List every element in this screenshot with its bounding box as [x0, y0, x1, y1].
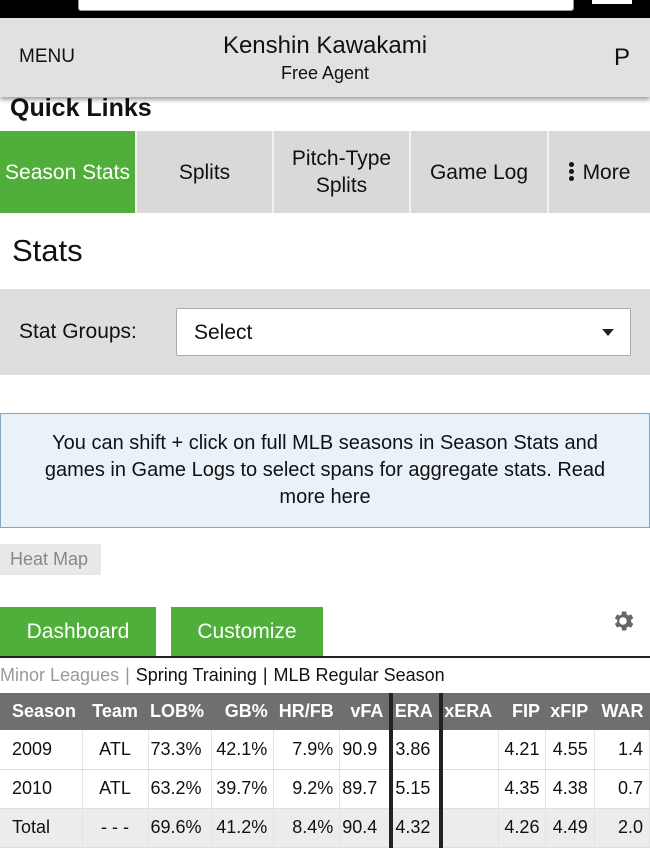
cell-lob: 73.3% [148, 730, 212, 770]
tab-game-log[interactable]: Game Log [411, 131, 549, 213]
col-hrfb[interactable]: HR/FB [273, 693, 340, 730]
cell-hrfb: 8.4% [273, 808, 341, 848]
spring-training-link[interactable]: Spring Training [136, 665, 257, 685]
cell-gb: 42.1% [211, 730, 275, 770]
more-vertical-icon [568, 160, 575, 183]
cell-xfip: 4.49 [545, 808, 595, 848]
position-label[interactable]: P [614, 44, 630, 72]
cell-fip: 4.35 [498, 769, 547, 809]
hamburger-icon[interactable] [592, 0, 632, 4]
cell-vfa: 90.4 [339, 808, 394, 848]
player-header: MENU Kenshin Kawakami Free Agent P [0, 18, 650, 97]
player-status: Free Agent [280, 63, 370, 83]
caret-down-icon [602, 329, 614, 336]
cell-era: 5.15 [391, 769, 443, 809]
cell-team: - - - [82, 808, 149, 848]
cell-war: 0.7 [594, 769, 650, 809]
season-stats-table: Season Team LOB% GB% HR/FB vFA ERA xERA … [0, 693, 650, 848]
cell-gb: 41.2% [211, 808, 275, 848]
tab-season-stats[interactable]: Season Stats [0, 131, 137, 213]
cell-xfip: 4.55 [545, 730, 595, 770]
col-gb[interactable]: GB% [211, 693, 274, 730]
customize-button[interactable]: Customize [171, 607, 323, 657]
section-divider [0, 656, 650, 658]
minor-leagues-link[interactable]: Minor Leagues [0, 665, 119, 685]
cell-xera [440, 730, 499, 770]
tab-pitch-type-splits[interactable]: Pitch-Type Splits [274, 131, 411, 213]
col-fip[interactable]: FIP [498, 693, 546, 730]
stat-groups-select[interactable]: Select [176, 308, 631, 356]
quick-links-tabs: Season Stats Splits Pitch-Type Splits Ga… [0, 131, 650, 213]
cell-team[interactable]: ATL [82, 730, 149, 770]
table-row-total: Total - - - 69.6% 41.2% 8.4% 90.4 4.32 4… [0, 808, 650, 848]
mlb-regular-season-link[interactable]: MLB Regular Season [274, 665, 445, 685]
col-vfa[interactable]: vFA [339, 693, 394, 730]
col-xera[interactable]: xERA [440, 693, 499, 730]
cell-team[interactable]: ATL [82, 769, 149, 809]
stats-title: Stats [12, 233, 83, 268]
col-era[interactable]: ERA [391, 693, 443, 730]
tab-splits[interactable]: Splits [137, 131, 274, 213]
table-header-row: Season Team LOB% GB% HR/FB vFA ERA xERA … [0, 693, 650, 730]
cell-xera [440, 769, 499, 809]
col-season[interactable]: Season [0, 693, 83, 730]
stat-groups-bar: Stat Groups: Select [0, 289, 650, 375]
cell-era: 3.86 [391, 730, 443, 770]
cell-xfip: 4.38 [545, 769, 595, 809]
cell-season: 2010 [0, 769, 83, 809]
stat-groups-value: Select [194, 321, 253, 344]
aggregate-notice: You can shift + click on full MLB season… [0, 413, 650, 528]
table-row[interactable]: 2009 ATL 73.3% 42.1% 7.9% 90.9 3.86 4.21… [0, 730, 650, 770]
col-xfip[interactable]: xFIP [545, 693, 595, 730]
col-war[interactable]: WAR [594, 693, 650, 730]
league-filter: Minor Leagues | Spring Training | MLB Regula… [0, 665, 445, 686]
tab-more-label: More [582, 160, 631, 184]
dashboard-button[interactable]: Dashboard [0, 607, 156, 657]
col-team[interactable]: Team [82, 693, 149, 730]
heat-map-button[interactable]: Heat Map [0, 544, 101, 575]
cell-season: Total [0, 808, 83, 848]
cell-vfa: 90.9 [339, 730, 394, 770]
cell-fip: 4.21 [498, 730, 547, 770]
cell-war: 1.4 [594, 730, 650, 770]
table-row[interactable]: 2010 ATL 63.2% 39.7% 9.2% 89.7 5.15 4.35… [0, 769, 650, 809]
search-input[interactable] [78, 0, 574, 11]
cell-hrfb: 7.9% [273, 730, 341, 770]
cell-lob: 63.2% [148, 769, 212, 809]
top-bar [0, 0, 650, 18]
cell-xera [440, 808, 499, 848]
cell-hrfb: 9.2% [273, 769, 341, 809]
col-lob[interactable]: LOB% [148, 693, 212, 730]
cell-fip: 4.26 [498, 808, 547, 848]
separator: | [125, 665, 130, 685]
separator: | [262, 665, 268, 685]
cell-vfa: 89.7 [339, 769, 394, 809]
cell-era: 4.32 [391, 808, 443, 848]
player-name: Kenshin Kawakami [222, 32, 428, 59]
cell-war: 2.0 [594, 808, 650, 848]
tab-more[interactable]: More [549, 131, 650, 213]
stat-groups-label: Stat Groups: [19, 320, 137, 343]
cell-gb: 39.7% [211, 769, 275, 809]
quick-links-title: Quick Links [10, 94, 152, 122]
cell-season: 2009 [0, 730, 83, 770]
cell-lob: 69.6% [148, 808, 212, 848]
gear-icon[interactable] [610, 608, 636, 634]
